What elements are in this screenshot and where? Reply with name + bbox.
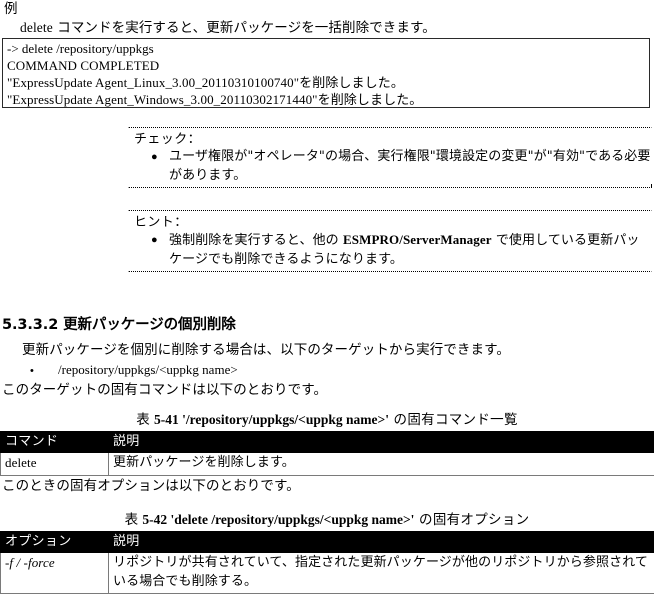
- hint-callout-product-name: ESMPRO/ServerManager: [343, 232, 492, 247]
- after-target-text: このターゲットの固有コマンドは以下のとおりです。: [2, 381, 327, 399]
- console-line-command: -> delete /repository/uppkgs: [7, 40, 645, 57]
- table-5-41-cell-command: delete: [1, 453, 109, 476]
- document-page: 例 delete コマンドを実行すると、更新パッケージを一括削除できます。 ->…: [0, 0, 654, 592]
- table-5-42-caption: 表 5-42 'delete /repository/uppkgs/<uppkg…: [0, 511, 654, 529]
- table-5-42-caption-number: 5-42 'delete /repository/uppkgs/<uppkg n…: [142, 512, 414, 527]
- section-heading: 5.3.3.2 更新パッケージの個別削除: [2, 316, 236, 335]
- table-5-41-header-command: コマンド: [1, 432, 109, 453]
- bullet-icon: •: [30, 362, 58, 380]
- table-row: -f / -force リポジトリが共有されていて、指定された更新パッケージが他…: [1, 553, 654, 594]
- table-header-row: コマンド 説明: [1, 432, 654, 453]
- table-header-row: オプション 説明: [1, 532, 654, 553]
- table-5-42: オプション 説明 -f / -force リポジトリが共有されていて、指定された…: [0, 531, 654, 594]
- hint-callout-label: ヒント：: [129, 214, 651, 231]
- table-5-41-cell-description: 更新パッケージを削除します。: [109, 453, 654, 476]
- table-row: delete 更新パッケージを削除します。: [1, 453, 654, 476]
- example-heading: 例: [4, 1, 18, 18]
- target-list-item: •/repository/uppkgs/<uppkg name>: [30, 361, 238, 380]
- table-5-42-header-description: 説明: [109, 532, 654, 553]
- table-5-42-header-option: オプション: [1, 532, 109, 553]
- after-table-1-text: このときの固有オプションは以下のとおりです。: [2, 477, 300, 495]
- table-5-41-caption: 表 5-41 '/repository/uppkgs/<uppkg name>'…: [0, 411, 654, 429]
- bullet-icon: ●: [151, 231, 158, 250]
- hint-callout-text-prefix: 強制削除を実行すると、他の: [169, 233, 343, 248]
- console-output-box: -> delete /repository/uppkgs COMMAND COM…: [2, 38, 650, 108]
- console-line-linux: "ExpressUpdate Agent_Linux_3.00_20110310…: [7, 74, 645, 91]
- callout-corner-tick: [651, 184, 652, 188]
- check-callout-item: ● ユーザ権限が"オペレータ"の場合、実行権限"環境設定の変更"が"有効"である…: [129, 148, 651, 185]
- example-intro-command: delete: [20, 20, 53, 35]
- check-callout-label: チェック：: [129, 131, 651, 148]
- hint-callout-box: ヒント： ● 強制削除を実行すると、他の ESMPRO/ServerManager…: [128, 210, 652, 272]
- table-5-42-caption-tail: の固有オプション: [414, 512, 529, 528]
- check-callout-text: ユーザ権限が"オペレータ"の場合、実行権限"環境設定の変更"が"有効"である必要…: [169, 149, 651, 183]
- console-line-windows: "ExpressUpdate Agent_Windows_3.00_201103…: [7, 91, 645, 108]
- hint-callout-item: ●強制削除を実行すると、他の ESMPRO/ServerManager で使用し…: [129, 231, 651, 269]
- bullet-icon: ●: [151, 148, 158, 167]
- table-5-41-caption-label: 表: [136, 412, 150, 428]
- table-5-42-caption-label: 表: [125, 512, 139, 528]
- table-5-42-cell-option: -f / -force: [1, 553, 109, 594]
- table-5-42-cell-description: リポジトリが共有されていて、指定された更新パッケージが他のリポジトリから参照され…: [109, 553, 654, 594]
- console-line-status: COMMAND COMPLETED: [7, 57, 645, 74]
- table-5-41: コマンド 説明 delete 更新パッケージを削除します。: [0, 431, 654, 476]
- table-5-41-caption-number: 5-41 '/repository/uppkgs/<uppkg name>': [154, 412, 389, 427]
- section-intro-text: 更新パッケージを個別に削除する場合は、以下のターゲットから実行できます。: [22, 341, 510, 359]
- example-intro-text: コマンドを実行すると、更新パッケージを一括削除できます。: [53, 20, 436, 36]
- target-path-text: /repository/uppkgs/<uppkg name>: [58, 362, 238, 377]
- example-intro-line: delete コマンドを実行すると、更新パッケージを一括削除できます。: [20, 19, 436, 37]
- table-5-41-caption-tail: の固有コマンド一覧: [389, 412, 518, 428]
- table-5-41-header-description: 説明: [109, 432, 654, 453]
- check-callout-box: チェック： ● ユーザ権限が"オペレータ"の場合、実行権限"環境設定の変更"が"…: [128, 127, 652, 188]
